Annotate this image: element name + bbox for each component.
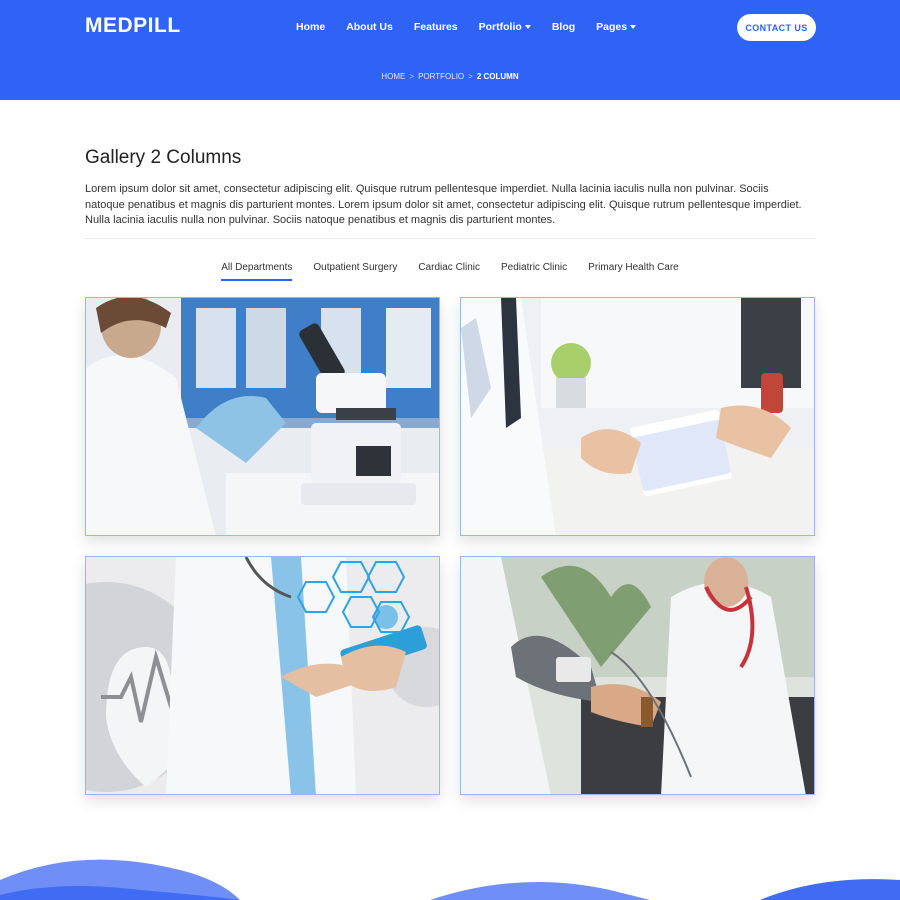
nav-features[interactable]: Features — [414, 21, 458, 33]
main-nav: Home About Us Features Portfolio Blog Pa… — [296, 21, 657, 33]
nav-portfolio[interactable]: Portfolio — [479, 21, 531, 33]
filter-primary-health-care[interactable]: Primary Health Care — [588, 262, 679, 281]
gallery-item[interactable] — [85, 556, 440, 795]
site-logo[interactable]: MEDPILL — [85, 14, 181, 38]
gallery-item[interactable] — [460, 297, 815, 536]
doctor-writing-clipboard-image — [461, 298, 814, 535]
header-banner: MEDPILL Home About Us Features Portfolio… — [0, 0, 900, 100]
nav-home[interactable]: Home — [296, 21, 325, 33]
nav-pages[interactable]: Pages — [596, 21, 637, 33]
nav-portfolio-label: Portfolio — [478, 21, 522, 33]
chevron-down-icon — [630, 25, 637, 29]
filter-outpatient-surgery[interactable]: Outpatient Surgery — [313, 262, 397, 281]
breadcrumb: HOME > PORTFOLIO >2 COLUMN — [0, 72, 900, 81]
filter-pediatric-clinic[interactable]: Pediatric Clinic — [501, 262, 567, 281]
nav-blog-label: Blog — [551, 21, 576, 33]
nav-about-us-label: About Us — [346, 21, 393, 33]
nav-features-label: Features — [413, 21, 458, 33]
nav-blog[interactable]: Blog — [552, 21, 575, 33]
contact-us-button[interactable]: CONTACT US — [737, 14, 816, 41]
breadcrumb-portfolio[interactable]: PORTFOLIO — [418, 72, 464, 81]
chevron-down-icon — [524, 25, 531, 29]
footer-waves — [0, 859, 900, 900]
breadcrumb-home[interactable]: HOME — [381, 72, 405, 81]
intro-paragraph: Lorem ipsum dolor sit amet, consectetur … — [85, 183, 802, 226]
filter-tabs: All Departments Outpatient Surgery Cardi… — [0, 262, 900, 281]
breadcrumb-separator: > — [468, 72, 473, 81]
filter-cardiac-clinic[interactable]: Cardiac Clinic — [418, 262, 480, 281]
nav-about-us[interactable]: About Us — [346, 21, 393, 33]
gallery-item[interactable] — [85, 297, 440, 536]
lab-scientist-microscope-image — [86, 298, 439, 535]
nav-pages-label: Pages — [596, 21, 628, 33]
doctor-blood-pressure-check-image — [461, 557, 814, 794]
breadcrumb-separator: > — [409, 72, 415, 81]
breadcrumb-current: 2 COLUMN — [476, 72, 519, 81]
nav-home-label: Home — [296, 21, 326, 33]
page-title: Gallery 2 Columns — [85, 147, 242, 168]
doctor-tablet-medical-icons-image — [86, 557, 439, 794]
gallery-item[interactable] — [460, 556, 815, 795]
divider — [85, 238, 816, 239]
filter-all-departments[interactable]: All Departments — [221, 262, 293, 281]
